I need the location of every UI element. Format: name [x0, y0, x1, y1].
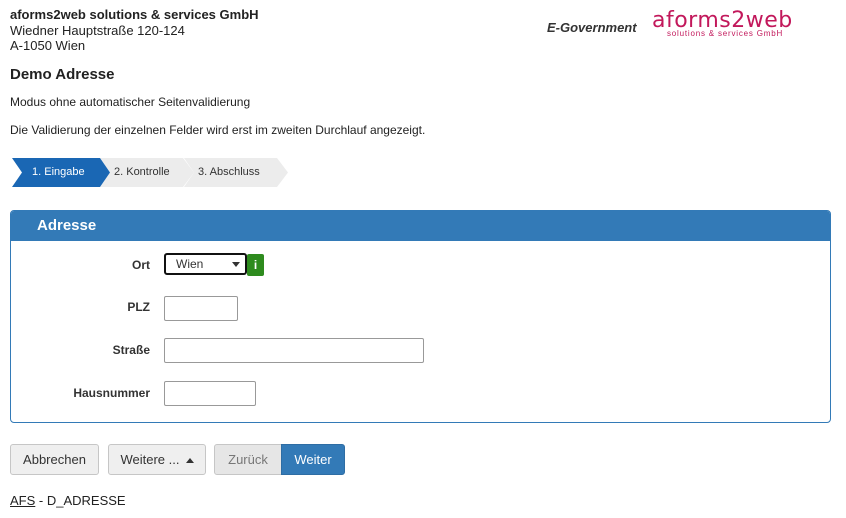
step-eingabe: 1. Eingabe [12, 158, 110, 187]
company-logo-subtitle: solutions & services GmbH [667, 29, 784, 38]
panel-title: Adresse [11, 211, 830, 241]
ort-label: Ort [132, 258, 150, 272]
form-id: - D_ADRESSE [35, 493, 126, 508]
cancel-button[interactable]: Abbrechen [10, 444, 99, 475]
info-icon[interactable]: i [247, 254, 264, 276]
ort-select[interactable]: Wien [164, 253, 247, 275]
chevron-down-icon [232, 262, 240, 267]
company-name: aforms2web solutions & services GmbH [10, 7, 259, 22]
hausnummer-input[interactable] [164, 381, 256, 406]
company-city: A-1050 Wien [10, 38, 86, 53]
strasse-input[interactable] [164, 338, 424, 363]
mode-description: Modus ohne automatischer Seitenvalidieru… [10, 95, 251, 109]
caret-up-icon [185, 458, 194, 464]
step-abschluss: 3. Abschluss [184, 158, 288, 187]
more-button-label: Weitere ... [120, 452, 180, 467]
page-title: Demo Adresse [10, 66, 115, 83]
next-button[interactable]: Weiter [281, 444, 345, 475]
footer: AFS - D_ADRESSE [10, 493, 126, 508]
ort-select-value: Wien [176, 257, 204, 271]
afs-link[interactable]: AFS [10, 493, 35, 508]
plz-label: PLZ [127, 300, 150, 314]
egov-label: E-Government [547, 20, 637, 35]
validation-description: Die Validierung der einzelnen Felder wir… [10, 123, 426, 137]
company-street: Wiedner Hauptstraße 120-124 [10, 23, 185, 38]
back-button[interactable]: Zurück [214, 444, 282, 475]
plz-input[interactable] [164, 296, 238, 321]
hausnummer-label: Hausnummer [73, 386, 150, 400]
strasse-label: Straße [112, 343, 150, 357]
more-button[interactable]: Weitere ... [108, 444, 206, 475]
